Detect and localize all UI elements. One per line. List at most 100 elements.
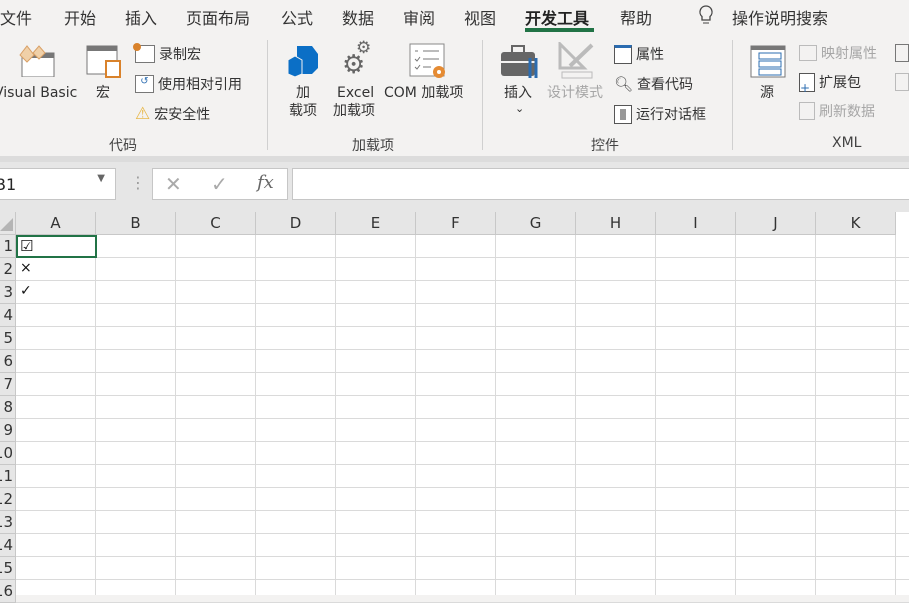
grid-line <box>16 303 909 304</box>
group-label-controls: 控件 <box>591 138 619 154</box>
select-all-button[interactable] <box>0 212 16 235</box>
refresh-data-button[interactable]: 刷新数据 <box>799 101 875 121</box>
group-separator <box>267 40 268 150</box>
row-header-8[interactable]: 8 <box>0 396 16 419</box>
macro-security-button[interactable]: ⚠ 宏安全性 <box>135 104 210 124</box>
drag-handle-icon[interactable]: ⋮ <box>130 173 146 192</box>
grid-line <box>16 257 909 258</box>
column-header-a[interactable]: A <box>16 212 96 235</box>
cell-a1[interactable]: ☑ <box>20 237 33 255</box>
group-separator <box>482 40 483 150</box>
chevron-down-icon: ⌄ <box>515 102 525 115</box>
row-header-4[interactable]: 4 <box>0 304 16 327</box>
row-header-16[interactable]: 16 <box>0 580 16 603</box>
grid-line <box>16 487 909 488</box>
tab-home[interactable]: 开始 <box>64 5 96 29</box>
name-box[interactable]: B1▼ <box>0 168 116 200</box>
row-header-10[interactable]: 10 <box>0 442 16 465</box>
insert-function-icon[interactable]: fx <box>257 172 274 193</box>
view-code-button[interactable]: 🔍︎ 查看代码 <box>614 74 693 94</box>
worksheet-grid[interactable] <box>0 212 909 595</box>
column-header-c[interactable]: C <box>176 212 256 235</box>
export-icon[interactable] <box>895 73 909 91</box>
row-header-11[interactable]: 11 <box>0 465 16 488</box>
group-label-addins: 加载项 <box>352 138 394 154</box>
row-header-1[interactable]: 1 <box>0 235 16 258</box>
formula-buttons: ✕ ✓ fx <box>152 168 288 200</box>
tab-data[interactable]: 数据 <box>342 5 374 29</box>
tab-formulas[interactable]: 公式 <box>281 5 313 29</box>
tab-review[interactable]: 审阅 <box>403 5 435 29</box>
row-header-12[interactable]: 12 <box>0 488 16 511</box>
use-relative-references-button[interactable]: ↺ 使用相对引用 <box>135 74 242 94</box>
import-icon[interactable] <box>895 44 909 62</box>
group-label-code: 代码 <box>109 138 137 154</box>
name-box-dropdown-icon[interactable]: ▼ <box>97 173 105 184</box>
tab-developer[interactable]: 开发工具 <box>525 5 589 29</box>
lightbulb-icon <box>699 5 713 24</box>
design-mode-icon <box>558 42 594 79</box>
row-header-7[interactable]: 7 <box>0 373 16 396</box>
group-separator <box>732 40 733 150</box>
gear-small-icon: ⚙ <box>356 38 372 58</box>
column-header-d[interactable]: D <box>256 212 336 235</box>
column-header-e[interactable]: E <box>336 212 416 235</box>
grid-line <box>495 235 496 595</box>
row-header-6[interactable]: 6 <box>0 350 16 373</box>
row-header-14[interactable]: 14 <box>0 534 16 557</box>
grid-line <box>735 235 736 595</box>
macros-icon <box>86 45 121 78</box>
formula-input[interactable] <box>292 168 909 200</box>
tab-view[interactable]: 视图 <box>464 5 496 29</box>
grid-line <box>16 556 909 557</box>
grid-line <box>16 418 909 419</box>
column-header-i[interactable]: I <box>656 212 736 235</box>
tab-help[interactable]: 帮助 <box>620 5 652 29</box>
tell-me-search[interactable]: 操作说明搜索 <box>732 5 828 29</box>
row-header-15[interactable]: 15 <box>0 557 16 580</box>
grid-line <box>95 235 96 595</box>
cancel-icon[interactable]: ✕ <box>165 172 182 196</box>
grid-line <box>16 280 909 281</box>
row-header-3[interactable]: 3 <box>0 281 16 304</box>
expansion-packs-button[interactable]: + 扩展包 <box>799 72 861 95</box>
column-header-h[interactable]: H <box>576 212 656 235</box>
grid-line <box>16 349 909 350</box>
row-header-2[interactable]: 2 <box>0 258 16 281</box>
addins-cube-icon <box>287 46 318 78</box>
refresh-data-icon <box>799 102 815 120</box>
row-header-5[interactable]: 5 <box>0 327 16 350</box>
properties-icon <box>614 44 632 64</box>
toolbox-icon <box>501 45 538 78</box>
tab-page-layout[interactable]: 页面布局 <box>186 5 250 29</box>
map-properties-button[interactable]: 映射属性 <box>799 43 877 63</box>
xml-source-icon <box>750 45 786 78</box>
grid-line <box>895 235 896 595</box>
record-macro-icon <box>133 43 155 63</box>
column-header-f[interactable]: F <box>416 212 496 235</box>
row-header-13[interactable]: 13 <box>0 511 16 534</box>
cell-a3[interactable]: ✓ <box>20 283 32 299</box>
cell-a2[interactable]: × <box>20 260 32 276</box>
grid-line <box>16 510 909 511</box>
record-macro-button[interactable]: 录制宏 <box>133 43 201 64</box>
grid-line <box>16 464 909 465</box>
row-header-9[interactable]: 9 <box>0 419 16 442</box>
grid-line <box>655 235 656 595</box>
relative-reference-icon: ↺ <box>135 75 154 93</box>
enter-icon[interactable]: ✓ <box>211 172 228 196</box>
visual-basic-icon <box>19 45 55 77</box>
column-header-g[interactable]: G <box>496 212 576 235</box>
tab-file[interactable]: 文件 <box>0 5 32 29</box>
column-header-k[interactable]: K <box>816 212 896 235</box>
grid-line <box>16 395 909 396</box>
column-header-j[interactable]: J <box>736 212 816 235</box>
tab-insert[interactable]: 插入 <box>125 5 157 29</box>
column-header-b[interactable]: B <box>96 212 176 235</box>
properties-button[interactable]: 属性 <box>614 44 664 64</box>
grid-line <box>255 235 256 595</box>
grid-line <box>16 533 909 534</box>
group-label-xml: XML <box>832 135 862 151</box>
run-dialog-button[interactable]: 运行对话框 <box>614 104 706 124</box>
grid-line <box>335 235 336 595</box>
